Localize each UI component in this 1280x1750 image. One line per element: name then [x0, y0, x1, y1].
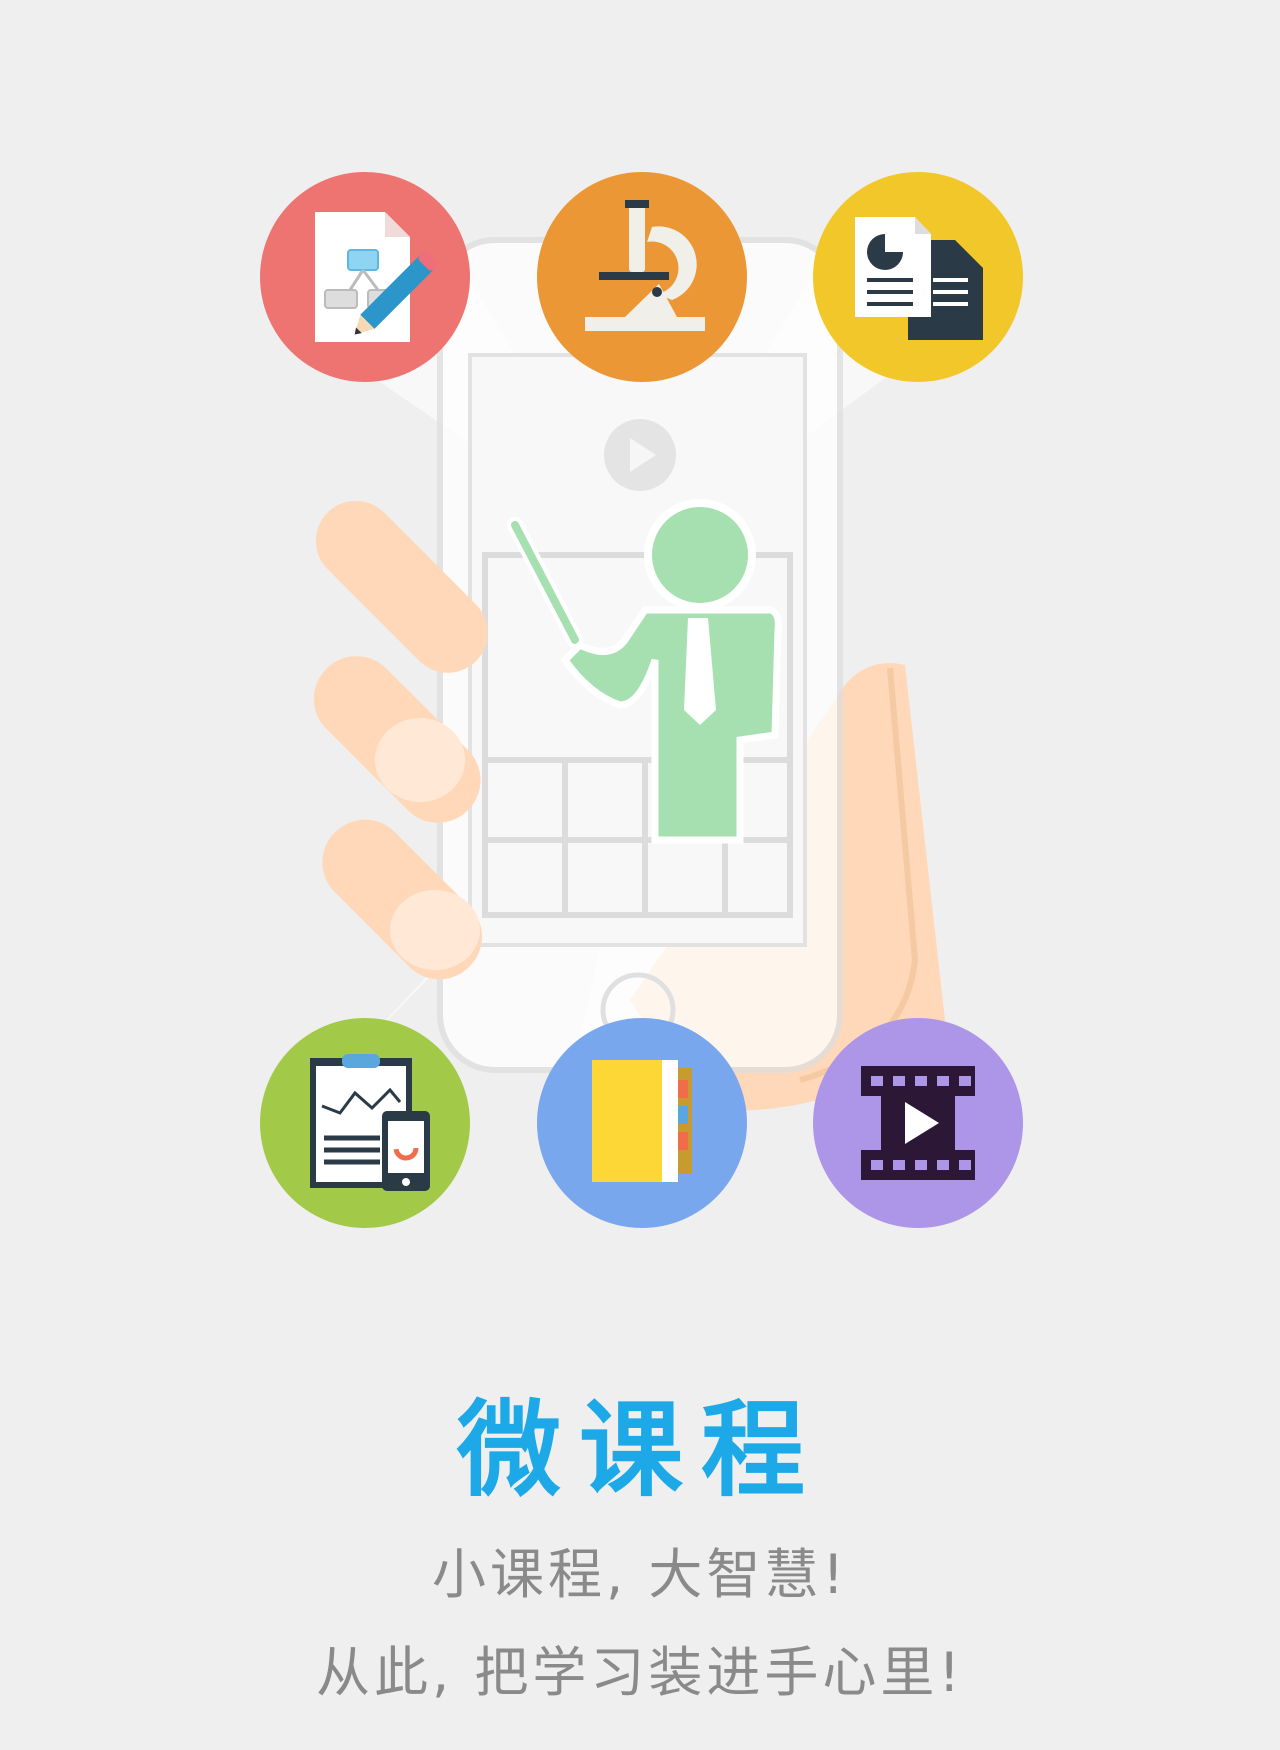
- flowchart-edit-icon: [260, 172, 470, 382]
- film-play-icon: [813, 1018, 1023, 1228]
- microscope-icon: [537, 172, 747, 382]
- page-title: 微课程: [456, 1389, 823, 1511]
- clipboard-chart-icon: [260, 1018, 470, 1228]
- splash-screen: 微课程 小课程, 大智慧! 从此, 把学习装进手心里!: [0, 0, 1280, 1750]
- subtitle-line-1: 小课程, 大智慧!: [432, 1543, 848, 1606]
- subtitle-line-2: 从此, 把学习装进手心里!: [316, 1641, 964, 1704]
- notebook-icon: [537, 1018, 747, 1228]
- documents-icon: [813, 172, 1023, 382]
